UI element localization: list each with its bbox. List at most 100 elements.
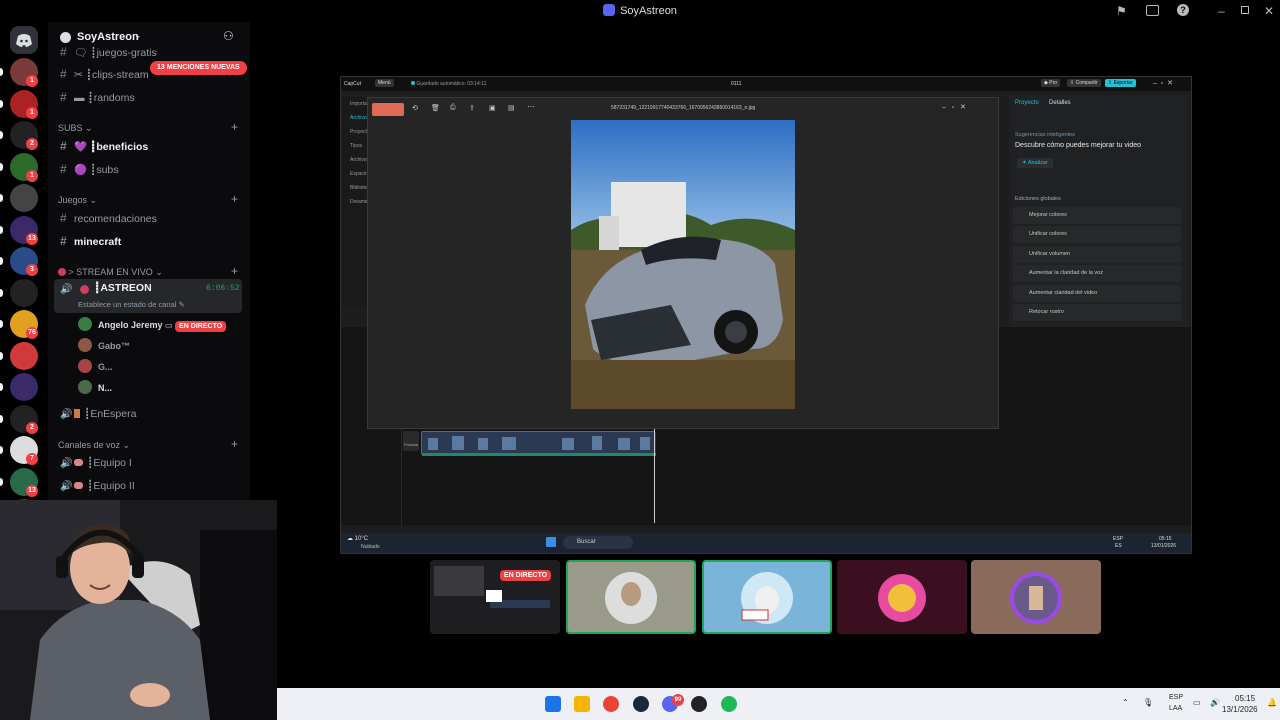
voice-user-g[interactable]: G... xyxy=(78,359,113,374)
voice-channel-enespera[interactable]: 🔊 ┋EnEspera xyxy=(54,404,244,424)
delete-icon[interactable]: 🗑 xyxy=(431,104,440,112)
channel-status[interactable]: Establece un estado de canal ✎ xyxy=(78,300,185,309)
left-panel-item[interactable]: Espacio xyxy=(350,171,368,177)
channel-subs[interactable]: # 🟣 ┋subs xyxy=(54,159,244,179)
add-channel-icon[interactable]: + xyxy=(231,264,238,278)
server-icon[interactable] xyxy=(10,184,38,212)
channel-juegos-gratis[interactable]: # 🗨 ┋juegos-gratis xyxy=(54,42,244,62)
steam-icon[interactable] xyxy=(633,696,649,712)
pro-button[interactable]: ◆ Pro xyxy=(1041,79,1061,87)
weather-widget[interactable]: ☁ 10°C xyxy=(347,535,368,542)
lang-label[interactable]: ESP xyxy=(1169,694,1183,701)
category-voz[interactable]: Canales de voz ⌄ xyxy=(58,440,130,451)
start-icon[interactable] xyxy=(546,537,556,547)
speaker-icon: 🔊 xyxy=(60,409,73,420)
analyze-button[interactable]: ✦ Analizar xyxy=(1017,158,1053,168)
clock-time[interactable]: 05:15 xyxy=(1235,694,1255,703)
cover-button[interactable]: Portada xyxy=(403,431,419,451)
server-badge: 7 xyxy=(26,453,38,465)
image-icon[interactable]: ▣ xyxy=(489,104,496,112)
screen-share-view[interactable]: CapCut Menú Guardado automático: 03:14:1… xyxy=(340,76,1192,554)
close-button[interactable]: ✕ xyxy=(1264,4,1274,18)
channel-emoji-icon xyxy=(74,409,80,418)
start-icon[interactable] xyxy=(545,696,561,712)
global-item[interactable]: Unificar volumen xyxy=(1013,246,1181,263)
channel-minecraft[interactable]: # minecraft xyxy=(54,231,244,251)
export-button[interactable]: ⇧ Exportar xyxy=(1105,79,1136,87)
global-item[interactable]: Retocar rostro xyxy=(1013,304,1181,321)
inner-taskbar: ☁ 10°C Nublado Buscar ESP ES 05:15 13/01… xyxy=(341,533,1191,553)
edit-button[interactable] xyxy=(372,103,404,116)
more-icon[interactable]: ⋯ xyxy=(527,102,535,111)
voice-channel-astreon[interactable]: 🔊 ┋ASTREON 6:06:52 Establece un estado d… xyxy=(54,279,242,313)
category-label: Juegos xyxy=(58,195,88,205)
voice-user-gabo[interactable]: Gabo™ xyxy=(78,338,130,353)
viewer-window-controls[interactable]: – ▫ ✕ xyxy=(942,103,966,111)
add-channel-icon[interactable]: + xyxy=(231,120,238,134)
tab-detalles[interactable]: Detalles xyxy=(1049,100,1071,106)
voice-user-n[interactable]: N... xyxy=(78,380,112,395)
channel-recomendaciones[interactable]: # recomendaciones xyxy=(54,208,244,228)
channel-beneficios[interactable]: # 💜 ┋beneficios xyxy=(54,136,244,156)
clip-thumbnails xyxy=(422,432,656,456)
file-explorer-icon[interactable] xyxy=(574,696,590,712)
participant-tile[interactable] xyxy=(971,560,1101,634)
help-icon[interactable]: ? xyxy=(1177,4,1189,16)
notifications-icon[interactable]: 🔔 xyxy=(1267,698,1277,707)
share-button[interactable]: ⇪ Compartir xyxy=(1067,79,1101,87)
chrome-icon[interactable] xyxy=(603,696,619,712)
category-juegos[interactable]: Juegos ⌄ xyxy=(58,195,97,206)
volume-icon[interactable]: 🔊 xyxy=(1210,698,1220,707)
tray-expand-icon[interactable]: ⌃ xyxy=(1122,698,1129,707)
server-icon[interactable] xyxy=(10,341,38,370)
left-panel-item[interactable]: Importar xyxy=(350,101,369,107)
voice-channel-equipo-2[interactable]: 🔊 ┋Equipo II xyxy=(54,476,244,496)
global-item[interactable]: Mejorar colores xyxy=(1013,207,1181,224)
voice-user-angelo[interactable]: Angelo Jeremy ▭ EN DIRECTO xyxy=(78,317,227,334)
minimize-button[interactable]: – xyxy=(1218,4,1225,18)
info-icon[interactable]: ▤ xyxy=(508,104,515,112)
stream-thumbnail[interactable]: EN DIRECTO xyxy=(430,560,560,634)
home-button[interactable] xyxy=(10,26,38,54)
video-clip[interactable] xyxy=(421,431,656,456)
network-icon[interactable]: ▭ xyxy=(1193,698,1201,707)
left-panel-item[interactable]: Tipos xyxy=(350,143,362,149)
add-member-icon[interactable]: ⚇ xyxy=(223,29,234,43)
discord-home-icon xyxy=(16,34,32,47)
add-channel-icon[interactable]: + xyxy=(231,192,238,206)
autosave-text: Guardado automático: 03:14:11 xyxy=(416,81,487,87)
category-stream[interactable]: > STREAM EN VIVO ⌄ xyxy=(58,267,163,278)
rotate-icon[interactable]: ⟲ xyxy=(412,104,418,112)
search-label: Buscar xyxy=(577,539,596,545)
global-item-label: Unificar volumen xyxy=(1029,251,1070,257)
playhead[interactable] xyxy=(654,427,655,523)
inbox-icon[interactable]: ⚑ xyxy=(1116,4,1127,18)
voice-channel-equipo-1[interactable]: 🔊 ┋Equipo I xyxy=(54,453,244,473)
capcut-menu[interactable]: Menú xyxy=(375,79,394,87)
spotify-icon[interactable] xyxy=(721,696,737,712)
add-channel-icon[interactable]: + xyxy=(231,437,238,451)
participant-tile[interactable] xyxy=(566,560,696,634)
server-icon[interactable] xyxy=(10,278,38,307)
global-item[interactable]: Unificar colores xyxy=(1013,226,1181,243)
channel-emoji: 🗨 xyxy=(74,47,88,59)
obs-icon[interactable] xyxy=(691,696,707,712)
search-box[interactable]: Buscar xyxy=(563,536,633,549)
share-icon[interactable]: ⇪ xyxy=(469,104,475,112)
server-icon[interactable] xyxy=(10,373,38,401)
server-badge: 3 xyxy=(26,264,38,276)
maximize-button[interactable] xyxy=(1241,6,1249,14)
category-subs[interactable]: SUBS ⌄ xyxy=(58,123,93,134)
mic-icon[interactable]: 🎙 xyxy=(1143,698,1153,707)
screen-icon[interactable] xyxy=(1146,5,1159,16)
window-controls[interactable]: – ▫ ✕ xyxy=(1153,79,1173,87)
participant-tile[interactable] xyxy=(702,560,832,634)
channel-randoms[interactable]: # ▬ ┋randoms xyxy=(54,87,244,107)
global-item[interactable]: Aumentar la claridad de la voz xyxy=(1013,265,1181,282)
window-title-text: SoyAstreon xyxy=(620,5,677,17)
tab-proyecto[interactable]: Proyecto xyxy=(1015,100,1039,106)
global-item[interactable]: Aumentar claridad del video xyxy=(1013,285,1181,302)
participant-tile[interactable] xyxy=(837,560,967,634)
print-icon[interactable]: ⎙ xyxy=(450,104,456,112)
new-mentions-badge[interactable]: 13 MENCIONES NUEVAS xyxy=(150,61,247,75)
